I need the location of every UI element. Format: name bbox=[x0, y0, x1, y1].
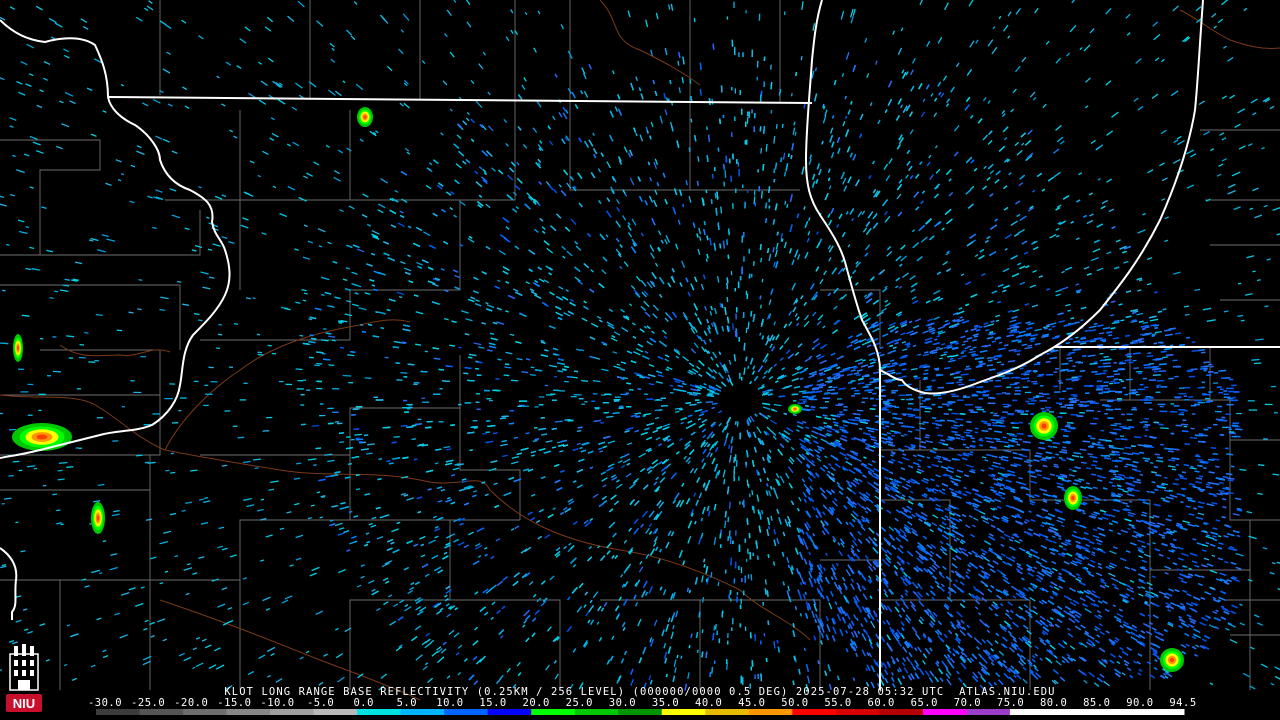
storm-cell bbox=[12, 423, 72, 451]
radar-site bbox=[724, 384, 756, 416]
colorbar-swatch bbox=[661, 709, 706, 715]
reflectivity-colorbar bbox=[96, 709, 1185, 715]
colorbar-swatch bbox=[922, 709, 967, 715]
colorbar-swatch bbox=[618, 709, 663, 715]
colorbar-label: 60.0 bbox=[867, 697, 895, 709]
storm-cell bbox=[357, 107, 373, 127]
colorbar-swatch bbox=[400, 709, 445, 715]
colorbar-label: -15.0 bbox=[217, 697, 252, 709]
colorbar-label: -20.0 bbox=[174, 697, 209, 709]
colorbar-label: 65.0 bbox=[910, 697, 938, 709]
colorbar-label: 70.0 bbox=[953, 697, 982, 709]
colorbar-swatch bbox=[183, 709, 228, 715]
colorbar-swatch bbox=[226, 709, 271, 715]
colorbar-swatch bbox=[487, 709, 532, 715]
colorbar-swatch bbox=[139, 709, 184, 715]
colorbar-label: 35.0 bbox=[651, 697, 680, 709]
colorbar-label: -25.0 bbox=[131, 697, 166, 709]
colorbar-swatch bbox=[357, 709, 402, 715]
colorbar-swatch bbox=[574, 709, 619, 715]
storm-cell bbox=[1030, 412, 1058, 440]
map-background bbox=[0, 0, 1280, 720]
colorbar-label: 20.0 bbox=[522, 697, 550, 709]
colorbar-label: -5.0 bbox=[306, 697, 335, 709]
storm-cell bbox=[91, 502, 105, 534]
colorbar-swatch bbox=[96, 709, 141, 715]
colorbar-label: 40.0 bbox=[695, 697, 723, 709]
colorbar-label: 50.0 bbox=[781, 697, 809, 709]
colorbar-swatch bbox=[1096, 709, 1141, 715]
colorbar-label: 10.0 bbox=[436, 697, 464, 709]
niu-logo: NIU bbox=[2, 644, 46, 716]
colorbar-swatch bbox=[966, 709, 1011, 715]
colorbar-swatch bbox=[531, 709, 576, 715]
colorbar-swatch bbox=[705, 709, 750, 715]
colorbar-label: 90.0 bbox=[1126, 697, 1154, 709]
colorbar-label: 25.0 bbox=[565, 697, 593, 709]
colorbar-label: 45.0 bbox=[738, 697, 766, 709]
colorbar-swatch bbox=[748, 709, 793, 715]
storm-cell bbox=[1160, 648, 1184, 672]
storm-cell bbox=[788, 404, 802, 414]
colorbar-label: 0.0 bbox=[353, 697, 374, 709]
colorbar-label: 30.0 bbox=[608, 697, 637, 709]
storm-cell bbox=[1064, 486, 1082, 510]
colorbar-swatch bbox=[792, 709, 837, 715]
colorbar-label: 94.5 bbox=[1169, 697, 1197, 709]
storm-cell bbox=[13, 334, 23, 362]
colorbar-swatch bbox=[1053, 709, 1098, 715]
niu-logo-text: NIU bbox=[13, 696, 35, 711]
colorbar-swatch bbox=[1009, 709, 1054, 715]
colorbar-label: -30.0 bbox=[87, 697, 123, 709]
colorbar-label: 85.0 bbox=[1083, 697, 1111, 709]
colorbar-swatch bbox=[270, 709, 315, 715]
radar-map bbox=[0, 0, 1280, 720]
colorbar-label: -10.0 bbox=[260, 697, 295, 709]
colorbar-label: 80.0 bbox=[1039, 697, 1068, 709]
colorbar-label: 55.0 bbox=[824, 697, 852, 709]
colorbar-swatch bbox=[313, 709, 358, 715]
colorbar-label: 75.0 bbox=[996, 697, 1025, 709]
colorbar-swatch bbox=[1140, 709, 1185, 715]
colorbar-swatch bbox=[835, 709, 880, 715]
colorbar-label: 5.0 bbox=[396, 697, 418, 709]
colorbar-swatch bbox=[879, 709, 924, 715]
colorbar-label: 15.0 bbox=[479, 697, 507, 709]
colorbar-swatch bbox=[444, 709, 489, 715]
colorbar-labels: -30.0 -25.0 -20.0 -15.0 -10.0 -5.0 0.0 5.0 10.0 1… bbox=[88, 697, 1197, 709]
